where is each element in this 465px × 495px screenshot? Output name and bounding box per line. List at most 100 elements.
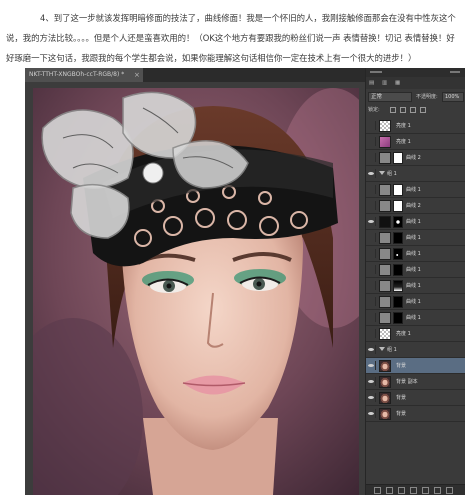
image-canvas[interactable] — [33, 88, 359, 495]
opacity-input[interactable]: 100% — [442, 92, 464, 102]
layer-row[interactable]: 曲线 1 — [366, 294, 465, 310]
layer-mask-thumbnail[interactable] — [393, 216, 403, 228]
layer-name: 曲线 1 — [406, 283, 421, 289]
layer-name: 背景 — [396, 411, 407, 417]
visibility-eye-icon[interactable] — [367, 393, 376, 402]
article-paragraph: 4、到了这一步就该发挥明暗修面的技法了，曲线修面！我是一个怀旧的人，我刚接触修面… — [6, 13, 456, 63]
visibility-eye-icon[interactable] — [367, 233, 376, 242]
layer-thumbnail — [379, 200, 391, 212]
lock-transparency-icon[interactable] — [390, 107, 396, 113]
chevron-down-icon[interactable] — [379, 347, 385, 351]
layer-row[interactable]: 曲线 1 — [366, 278, 465, 294]
add-mask-icon[interactable] — [398, 487, 405, 494]
layer-row[interactable]: 曲线 1 — [366, 246, 465, 262]
layer-thumbnail — [379, 296, 391, 308]
layer-thumbnail — [379, 392, 391, 404]
visibility-eye-icon[interactable] — [367, 377, 376, 386]
layer-row[interactable]: 曲线 1 — [366, 214, 465, 230]
panel-menu-icon[interactable] — [450, 71, 460, 73]
layer-name: 组 1 — [387, 171, 397, 177]
layer-row[interactable]: 曲线 1 — [366, 230, 465, 246]
layer-name: 曲线 1 — [406, 235, 421, 241]
layer-group-row[interactable]: 组 1 — [366, 166, 465, 182]
trash-icon[interactable] — [446, 487, 453, 494]
lock-all-icon[interactable] — [420, 107, 426, 113]
lock-pixels-icon[interactable] — [400, 107, 406, 113]
close-icon[interactable]: × — [134, 68, 140, 82]
visibility-eye-icon[interactable] — [367, 409, 376, 418]
new-group-icon[interactable] — [422, 487, 429, 494]
portrait-photo — [33, 88, 359, 495]
layer-row[interactable]: 曲线 2 — [366, 198, 465, 214]
panel-footer — [366, 484, 465, 495]
layer-row[interactable]: 背景 — [366, 358, 465, 374]
document-tab[interactable]: NKT-TTHT-XNGBOh-ccT-RGB/8) * — [25, 68, 143, 82]
layer-thumbnail — [379, 136, 391, 148]
visibility-eye-icon[interactable] — [367, 329, 376, 338]
visibility-eye-icon[interactable] — [367, 265, 376, 274]
visibility-eye-icon[interactable] — [367, 249, 376, 258]
layer-row[interactable]: 亮度 1 — [366, 326, 465, 342]
layer-thumbnail — [379, 408, 391, 420]
grip-icon[interactable] — [370, 71, 382, 73]
visibility-eye-icon[interactable] — [367, 297, 376, 306]
layer-row[interactable]: 曲线 1 — [366, 182, 465, 198]
layer-group-row[interactable]: 组 1 — [366, 342, 465, 358]
visibility-eye-icon[interactable] — [367, 121, 376, 130]
layer-thumbnail — [379, 264, 391, 276]
visibility-eye-icon[interactable] — [367, 313, 376, 322]
layer-row[interactable]: 背景 — [366, 406, 465, 422]
layer-name: 曲线 2 — [406, 155, 421, 161]
layer-row[interactable]: 曲线 1 — [366, 262, 465, 278]
layer-mask-thumbnail[interactable] — [393, 312, 403, 324]
visibility-eye-icon[interactable] — [367, 361, 376, 370]
layer-mask-thumbnail[interactable] — [393, 232, 403, 244]
layer-mask-thumbnail[interactable] — [393, 280, 403, 292]
visibility-eye-icon[interactable] — [367, 153, 376, 162]
visibility-eye-icon[interactable] — [367, 281, 376, 290]
layer-mask-thumbnail[interactable] — [393, 152, 403, 164]
visibility-eye-icon[interactable] — [367, 185, 376, 194]
layer-thumbnail — [379, 328, 391, 340]
layer-name: 亮度 1 — [396, 139, 411, 145]
chevron-down-icon[interactable] — [379, 171, 385, 175]
layer-mask-thumbnail[interactable] — [393, 200, 403, 212]
fx-icon[interactable] — [386, 487, 393, 494]
layer-row[interactable]: 背景 — [366, 390, 465, 406]
layer-mask-thumbnail[interactable] — [393, 296, 403, 308]
layer-row[interactable]: 背景 副本 — [366, 374, 465, 390]
layer-thumbnail — [379, 376, 391, 388]
layer-name: 曲线 1 — [406, 219, 421, 225]
new-layer-icon[interactable] — [434, 487, 441, 494]
layer-row[interactable]: 亮度 1 — [366, 118, 465, 134]
layer-thumbnail — [379, 152, 391, 164]
adjustment-icon[interactable] — [410, 487, 417, 494]
layer-mask-thumbnail[interactable] — [393, 264, 403, 276]
visibility-eye-icon[interactable] — [367, 201, 376, 210]
visibility-eye-icon[interactable] — [367, 345, 376, 354]
blend-mode-select[interactable]: 正常 — [368, 92, 412, 102]
layers-list: 亮度 1 亮度 1 曲线 2 组 1 曲线 1 曲线 2 曲线 1 曲线 1 曲线 1 曲线 1 曲… — [366, 118, 465, 422]
layer-mask-thumbnail[interactable] — [393, 248, 403, 260]
layer-name: 曲线 1 — [406, 299, 421, 305]
tab-channels[interactable]: ▥ — [382, 77, 387, 89]
visibility-eye-icon[interactable] — [367, 217, 376, 226]
blend-row: 正常 不透明度: 100% — [368, 92, 464, 103]
layer-name: 曲线 1 — [406, 251, 421, 257]
layer-thumbnail — [379, 184, 391, 196]
visibility-eye-icon[interactable] — [367, 137, 376, 146]
lock-label: 锁定: — [368, 107, 380, 113]
link-icon[interactable] — [374, 487, 381, 494]
layer-row[interactable]: 亮度 1 — [366, 134, 465, 150]
layer-thumbnail — [379, 216, 391, 228]
layer-thumbnail — [379, 312, 391, 324]
panel-tabs: ▤ ▥ ▦ — [366, 77, 465, 89]
layer-thumbnail — [379, 248, 391, 260]
layer-row[interactable]: 曲线 1 — [366, 310, 465, 326]
visibility-eye-icon[interactable] — [367, 169, 376, 178]
layer-row[interactable]: 曲线 2 — [366, 150, 465, 166]
layer-mask-thumbnail[interactable] — [393, 184, 403, 196]
tab-layers[interactable]: ▤ — [369, 77, 374, 89]
lock-position-icon[interactable] — [410, 107, 416, 113]
tab-paths[interactable]: ▦ — [395, 77, 400, 89]
